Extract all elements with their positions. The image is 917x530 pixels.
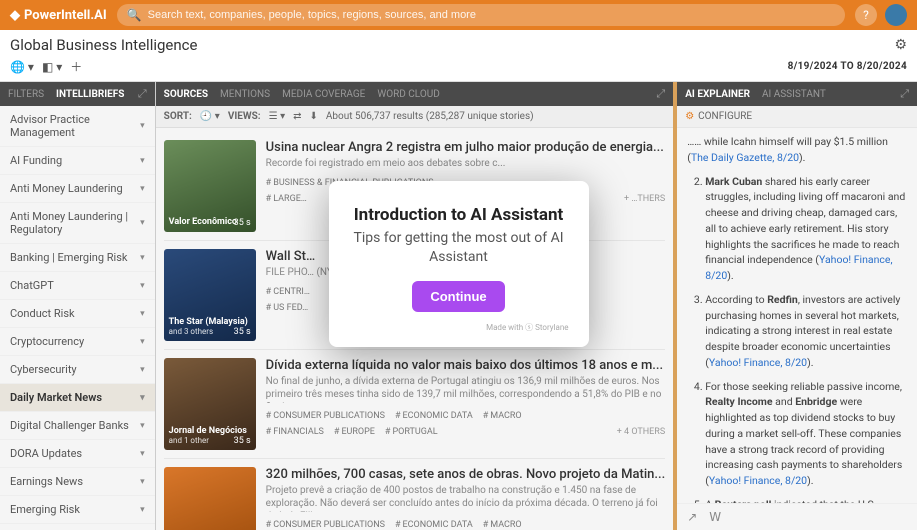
intro-modal: Introduction to AI Assistant Tips for ge… [329,181,589,347]
modal-backdrop: Introduction to AI Assistant Tips for ge… [0,0,917,528]
modal-title: Introduction to AI Assistant [349,205,569,225]
continue-button[interactable]: Continue [412,281,504,312]
modal-body: Tips for getting the most out of AI Assi… [349,229,569,267]
modal-made-with: Made with ⓢ Storylane [349,322,569,333]
